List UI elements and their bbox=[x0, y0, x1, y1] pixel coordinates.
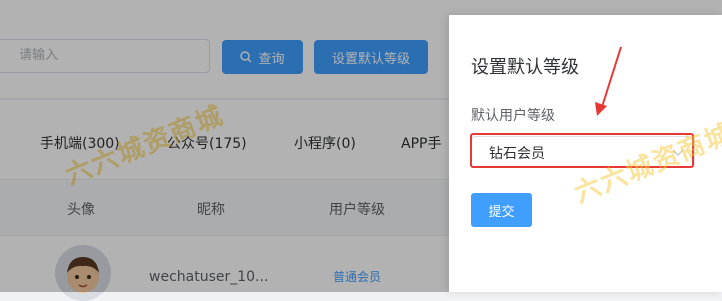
annotation-arrow-icon bbox=[595, 46, 622, 116]
default-level-dialog: 设置默认等级 默认用户等级 钻石会员 提交 六六城资商城 bbox=[449, 15, 722, 292]
